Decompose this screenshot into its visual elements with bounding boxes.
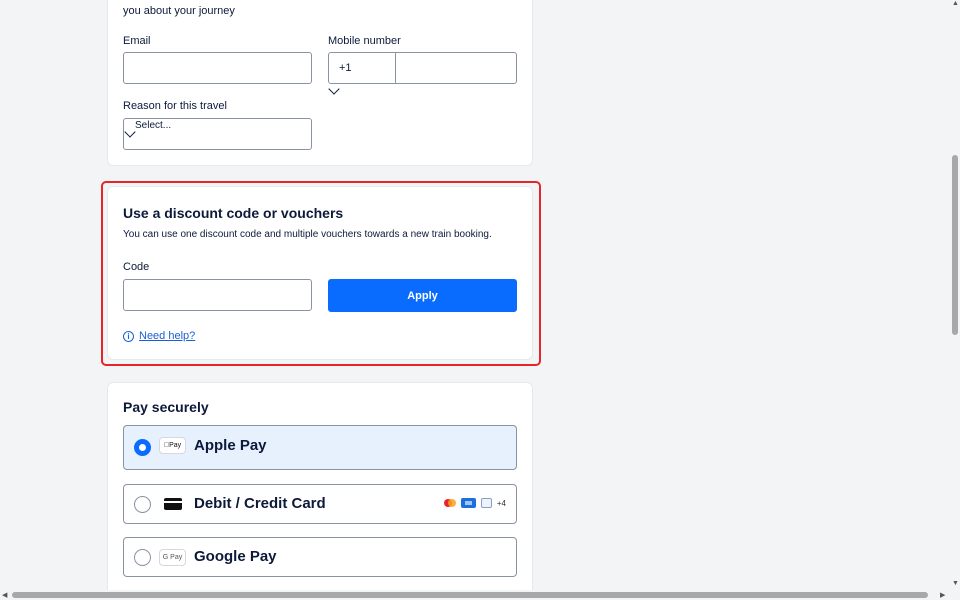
apple-pay-label: Apple Pay [194,437,267,454]
vertical-scrollbar[interactable]: ▲ ▼ [950,0,960,590]
google-pay-label: Google Pay [194,548,277,565]
card-radio[interactable] [134,496,151,513]
discount-highlight-outline [101,181,541,366]
card-label: Debit / Credit Card [194,495,326,512]
email-field[interactable] [123,52,312,84]
card-network-logos: +4 [443,498,506,508]
payment-option-google-pay[interactable]: G Pay Google Pay [123,537,517,577]
payment-option-card[interactable]: Debit / Credit Card +4 [123,484,517,524]
amex-icon [460,498,476,508]
country-code-select[interactable]: +1 [328,52,396,84]
apple-pay-icon: Pay [159,437,186,454]
reason-selected-value: Select... [135,120,172,131]
mastercard-icon [443,499,456,507]
horizontal-scrollbar[interactable]: ◀ ▶ [0,590,960,600]
reason-label: Reason for this travel [123,100,227,112]
vertical-scroll-thumb[interactable] [952,155,958,335]
contact-intro-text: you about your journey [123,5,235,17]
card-more-count: +4 [496,498,506,508]
scroll-left-icon[interactable]: ◀ [2,591,7,599]
scroll-up-icon[interactable]: ▲ [952,0,959,7]
generic-card-icon [480,498,492,508]
mobile-number-field[interactable] [395,52,517,84]
apple-pay-radio[interactable] [134,439,151,456]
scroll-right-icon[interactable]: ▶ [940,591,945,599]
horizontal-scroll-thumb[interactable] [12,592,928,598]
mobile-label: Mobile number [328,35,401,47]
email-label: Email [123,35,151,47]
reason-select[interactable]: Select... [123,118,312,150]
payment-option-apple-pay[interactable]: Pay Apple Pay [123,425,517,470]
scroll-down-icon[interactable]: ▼ [952,580,959,587]
pay-securely-title: Pay securely [123,399,209,415]
credit-card-icon [159,495,186,512]
google-pay-icon: G Pay [159,549,186,566]
google-pay-radio[interactable] [134,549,151,566]
